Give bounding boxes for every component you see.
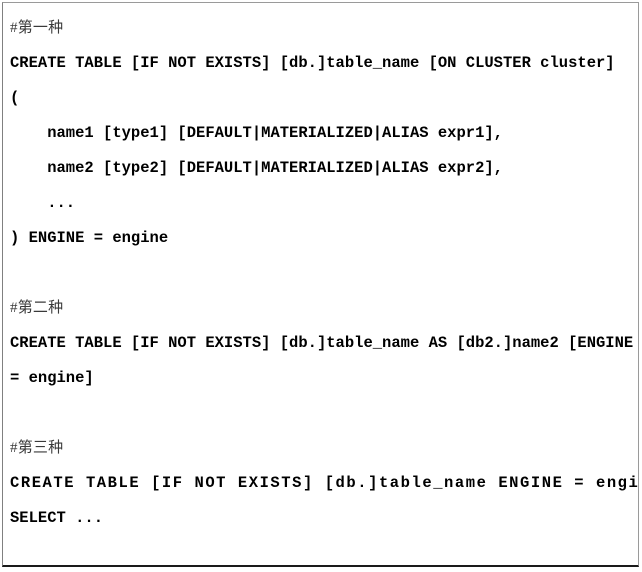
code-line: CREATE TABLE [IF NOT EXISTS] [db.]table_… <box>10 54 615 72</box>
code-comment-line: #第二种 <box>10 300 64 316</box>
code-line: CREATE TABLE [IF NOT EXISTS] [db.]table_… <box>10 334 634 352</box>
code-snippet-panel[interactable]: #第一种 CREATE TABLE [IF NOT EXISTS] [db.]t… <box>2 2 639 567</box>
code-line: ... <box>10 194 76 212</box>
code-line: name1 [type1] [DEFAULT|MATERIALIZED|ALIA… <box>10 124 503 142</box>
code-comment-line: #第三种 <box>10 440 64 456</box>
code-comment-line: #第一种 <box>10 20 64 36</box>
code-line: SELECT ... <box>10 509 104 527</box>
code-lines-container: #第一种 CREATE TABLE [IF NOT EXISTS] [db.]t… <box>3 3 638 536</box>
code-line: = engine] <box>10 369 94 387</box>
code-line: ) ENGINE = engine <box>10 229 169 247</box>
code-line: ( <box>10 89 20 107</box>
code-line: CREATE TABLE [IF NOT EXISTS] [db.]table_… <box>10 474 639 492</box>
code-line: name2 [type2] [DEFAULT|MATERIALIZED|ALIA… <box>10 159 503 177</box>
